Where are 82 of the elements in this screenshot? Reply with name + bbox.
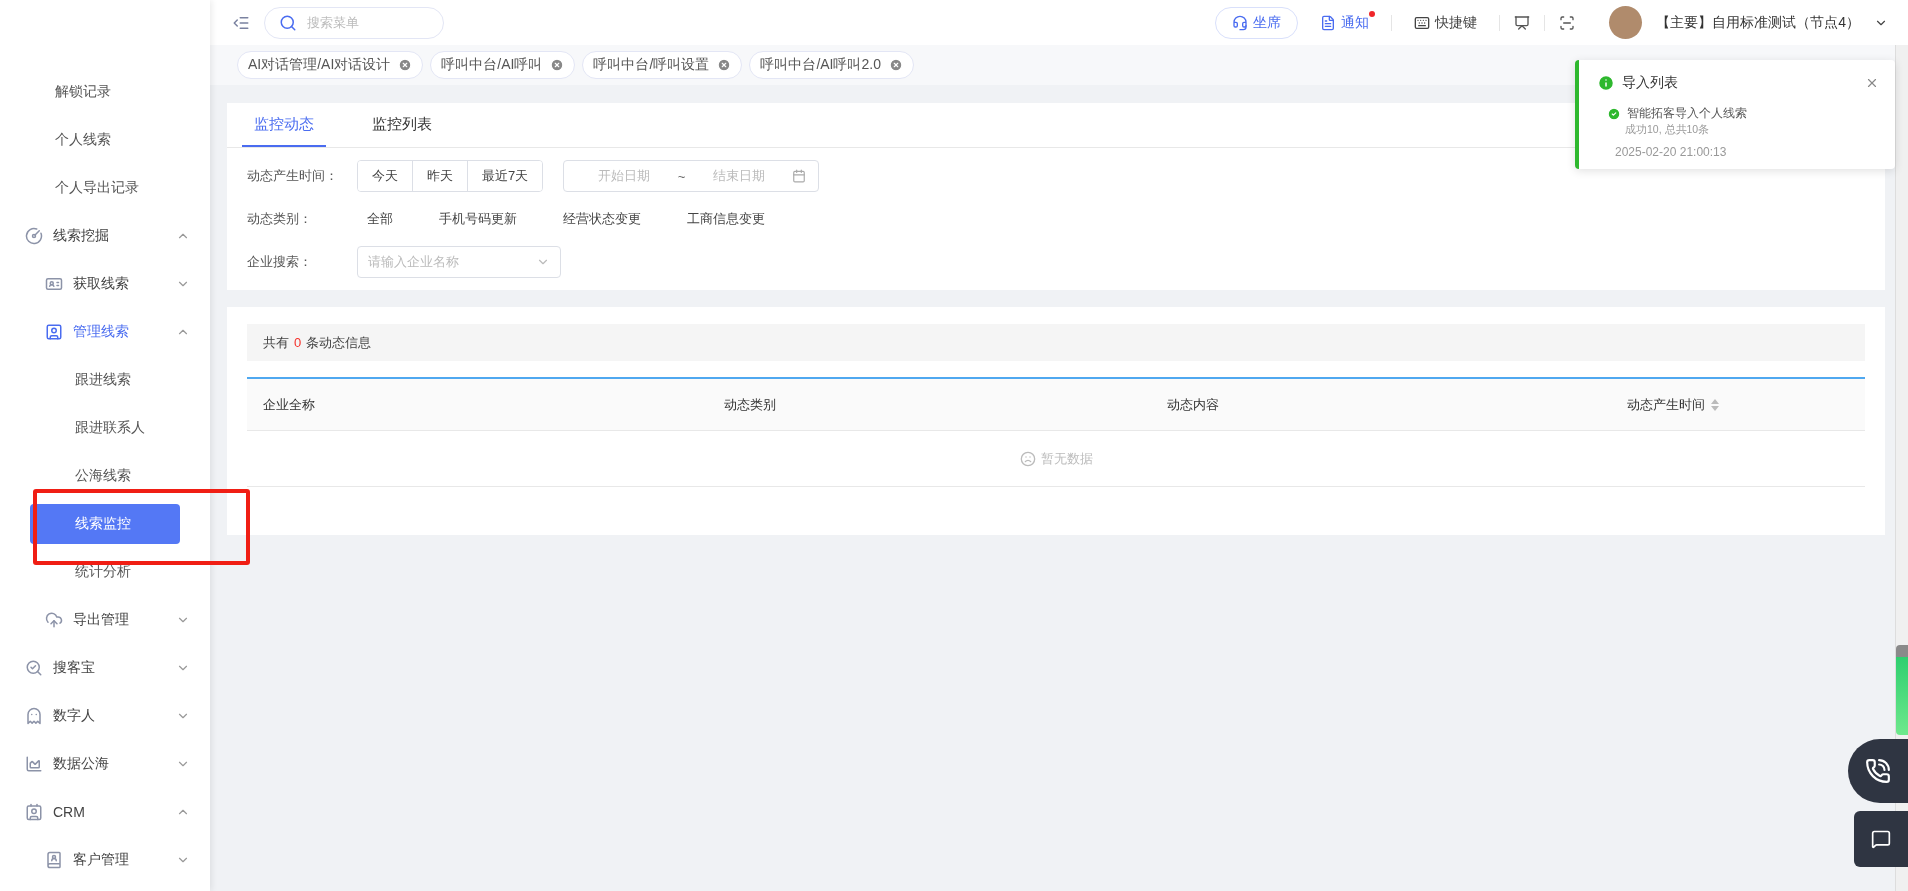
start-date-placeholder: 开始日期 <box>598 167 651 185</box>
phone-icon <box>1865 758 1891 784</box>
sidebar-item[interactable]: 跟进联系人 <box>30 408 180 448</box>
sidebar-item[interactable]: 公海线索 <box>30 456 180 496</box>
summary-text: 条动态信息 <box>306 333 372 352</box>
tab[interactable]: 监控动态 <box>242 103 326 147</box>
sad-face-icon <box>1019 450 1036 467</box>
calendar-icon <box>792 169 807 183</box>
open-tab[interactable]: 呼叫中台/AI呼叫2.0 <box>749 51 914 79</box>
search-placeholder: 搜索菜单 <box>307 13 359 32</box>
menu-icon <box>25 707 43 725</box>
sidebar-item[interactable]: 个人线索 <box>0 116 210 164</box>
info-icon <box>1597 74 1615 92</box>
action-icon <box>1320 14 1337 31</box>
notification-detail: 成功10, 总共10条 <box>1625 123 1711 137</box>
menu-icon <box>45 275 63 293</box>
sidebar-item[interactable]: 个人导出记录 <box>0 164 210 212</box>
type-option[interactable]: 全部 <box>357 210 393 228</box>
action-icon <box>1232 14 1249 31</box>
notification-time: 2025-02-20 21:00:13 <box>1615 145 1728 159</box>
notification-dot <box>1369 10 1376 17</box>
tab[interactable]: 监控列表 <box>360 103 444 147</box>
notification-title: 导入列表 <box>1622 74 1679 92</box>
type-option[interactable]: 手机号码更新 <box>439 210 517 228</box>
open-tab[interactable]: 呼叫中台/AI呼叫 <box>430 51 576 79</box>
summary-text: 共有 <box>263 333 289 352</box>
user-name[interactable]: 【主要】自用标准测试（节点4） <box>1656 13 1860 32</box>
search-icon <box>279 13 297 32</box>
toolbar-icon[interactable] <box>1559 14 1576 31</box>
menu-icon <box>45 611 63 629</box>
date-range-field[interactable]: 开始日期 ~ 结束日期 <box>563 160 820 192</box>
column-header: 动态内容 <box>1167 395 1219 414</box>
notification-item: 智能拓客导入个人线索 <box>1627 106 1747 121</box>
sidebar-group[interactable]: 客户管理 <box>0 836 210 884</box>
menu-icon <box>25 659 43 677</box>
sidebar-item[interactable]: 线索监控 <box>30 504 180 544</box>
open-tab[interactable]: 呼叫中台/呼叫设置 <box>582 51 743 79</box>
range-separator: ~ <box>677 168 686 184</box>
menu-icon <box>25 227 43 245</box>
summary-count: 0 <box>294 335 302 350</box>
open-tab[interactable]: AI对话管理/AI对话设计 <box>237 51 424 79</box>
filter-label: 动态产生时间： <box>247 167 339 185</box>
sidebar-item[interactable]: 统计分析 <box>30 552 180 592</box>
sidebar-group[interactable]: 管理线索 <box>0 308 210 356</box>
column-header[interactable]: 动态产生时间 <box>1627 395 1705 414</box>
sidebar-group[interactable]: 线索挖掘 <box>0 212 210 260</box>
preset-button[interactable]: 最近7天 <box>467 161 543 191</box>
select-placeholder: 请输入企业名称 <box>368 253 459 271</box>
menu-icon <box>25 755 43 773</box>
menu-icon <box>45 323 63 341</box>
close-icon[interactable] <box>1865 76 1879 90</box>
empty-text: 暂无数据 <box>1040 449 1093 468</box>
phone-button[interactable] <box>1848 739 1908 803</box>
message-icon <box>1871 829 1891 849</box>
action-icon <box>1414 14 1431 31</box>
column-header: 企业全称 <box>263 395 315 414</box>
header-action[interactable]: 通知 <box>1312 6 1378 39</box>
sidebar-item[interactable]: 解锁记录 <box>0 68 210 116</box>
filter-label: 企业搜索： <box>247 253 313 271</box>
sidebar-group[interactable]: 数据公海 <box>0 740 210 788</box>
toolbar-icon[interactable] <box>1514 14 1531 31</box>
sidebar-group[interactable]: CRM <box>0 788 210 836</box>
check-icon <box>1607 106 1621 121</box>
sidebar-group[interactable]: 搜客宝 <box>0 644 210 692</box>
sidebar-group[interactable]: 数字人 <box>0 692 210 740</box>
sidebar-group[interactable]: 导出管理 <box>0 596 210 644</box>
sidebar-item[interactable]: 跟进线索 <box>30 360 180 400</box>
close-icon[interactable] <box>717 58 732 72</box>
close-icon[interactable] <box>398 58 413 72</box>
header-action[interactable]: 快捷键 <box>1406 6 1486 39</box>
end-date-placeholder: 结束日期 <box>712 167 765 185</box>
close-icon[interactable] <box>888 58 903 72</box>
menu-icon <box>45 851 63 869</box>
sidebar-group[interactable]: 获取线索 <box>0 260 210 308</box>
filter-label: 动态类别： <box>247 210 313 228</box>
type-option[interactable]: 经营状态变更 <box>563 210 641 228</box>
close-icon[interactable] <box>550 58 565 72</box>
column-header: 动态类别 <box>724 395 776 414</box>
avatar[interactable] <box>1609 6 1643 39</box>
menu-icon <box>25 803 43 821</box>
type-option[interactable]: 工商信息变更 <box>687 210 765 228</box>
feedback-button[interactable] <box>1854 811 1908 867</box>
